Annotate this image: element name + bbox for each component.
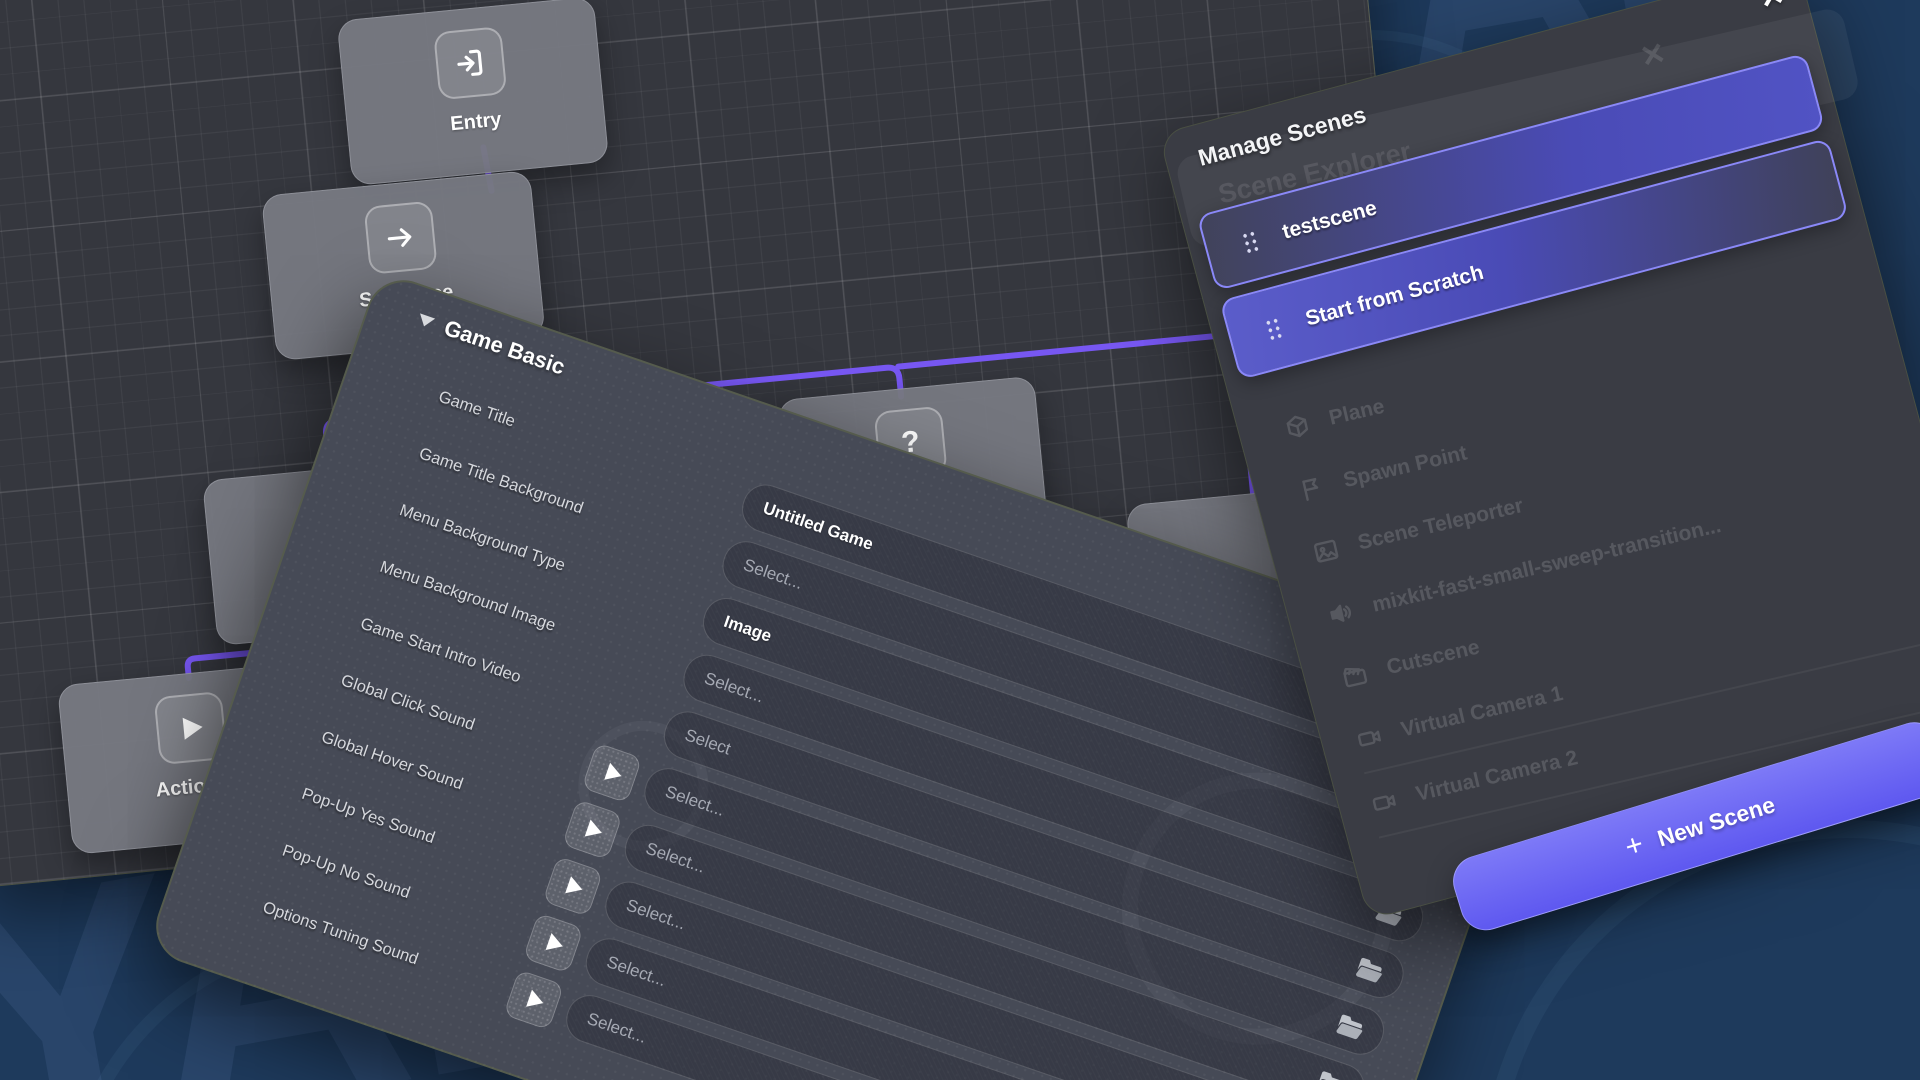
clapper-icon bbox=[1339, 660, 1370, 691]
editor-stage: YAH YAH Entry Sequence ? Selector ? Acti… bbox=[0, 0, 1920, 1080]
scene-explorer-item: Spawn Point bbox=[1292, 318, 1920, 523]
play-icon bbox=[565, 876, 585, 898]
speaker-icon bbox=[1325, 598, 1356, 629]
scene-explorer-item: Scene Teleporter bbox=[1306, 381, 1920, 586]
scene-name: testscene bbox=[1280, 196, 1380, 244]
node-label: Entry bbox=[449, 109, 502, 137]
scene-explorer-item: Virtual Camera 1 bbox=[1350, 568, 1920, 774]
plus-icon: + bbox=[1621, 828, 1648, 866]
scene-explorer-item-label: Plane bbox=[1327, 395, 1387, 431]
play-sound-button[interactable] bbox=[523, 913, 584, 974]
arrow-right-icon bbox=[364, 201, 438, 275]
scene-explorer-close-icon: ✕ bbox=[1637, 36, 1669, 76]
drag-handle-icon[interactable] bbox=[1240, 229, 1260, 255]
close-icon[interactable]: ✕ bbox=[1755, 0, 1788, 17]
drag-handle-icon[interactable] bbox=[1264, 316, 1284, 342]
play-sound-button[interactable] bbox=[542, 856, 603, 917]
scene-explorer-item-label: Cutscene bbox=[1384, 635, 1482, 680]
scene-name: Start from Scratch bbox=[1303, 261, 1486, 332]
spawn-flag-icon bbox=[1296, 473, 1327, 504]
scene-explorer-item: mixkit-fast-small-sweep-transition... bbox=[1321, 443, 1920, 648]
new-scene-label: New Scene bbox=[1654, 791, 1778, 852]
play-sound-button[interactable] bbox=[503, 969, 564, 1030]
scene-explorer-item-label: Scene Teleporter bbox=[1356, 494, 1526, 555]
video-camera-icon bbox=[1354, 723, 1385, 754]
folder-browse-icon[interactable] bbox=[1354, 956, 1386, 985]
scene-explorer-item: Cutscene bbox=[1335, 505, 1920, 710]
play-sound-button[interactable] bbox=[562, 799, 623, 860]
scene-explorer-item-label: Virtual Camera 1 bbox=[1399, 682, 1566, 743]
folder-browse-icon[interactable] bbox=[1334, 1013, 1366, 1042]
play-icon bbox=[604, 763, 624, 785]
scene-explorer-item-label: Virtual Camera 2 bbox=[1414, 746, 1581, 807]
image-icon bbox=[1311, 536, 1342, 567]
play-icon bbox=[526, 990, 546, 1012]
collapse-caret-icon[interactable] bbox=[417, 313, 436, 329]
folder-browse-icon[interactable] bbox=[1315, 1069, 1347, 1080]
play-sound-button[interactable] bbox=[581, 742, 642, 803]
graph-node-entry[interactable]: Entry bbox=[337, 0, 610, 186]
cube-icon bbox=[1282, 411, 1313, 442]
play-icon bbox=[584, 819, 604, 841]
play-icon bbox=[545, 933, 565, 955]
entry-door-icon bbox=[433, 26, 507, 100]
video-camera-icon bbox=[1369, 787, 1400, 818]
scene-explorer-item-label: Spawn Point bbox=[1341, 441, 1469, 493]
new-scene-button[interactable]: + New Scene bbox=[1447, 716, 1920, 937]
scene-explorer-item-label: mixkit-fast-small-sweep-transition... bbox=[1370, 514, 1723, 618]
